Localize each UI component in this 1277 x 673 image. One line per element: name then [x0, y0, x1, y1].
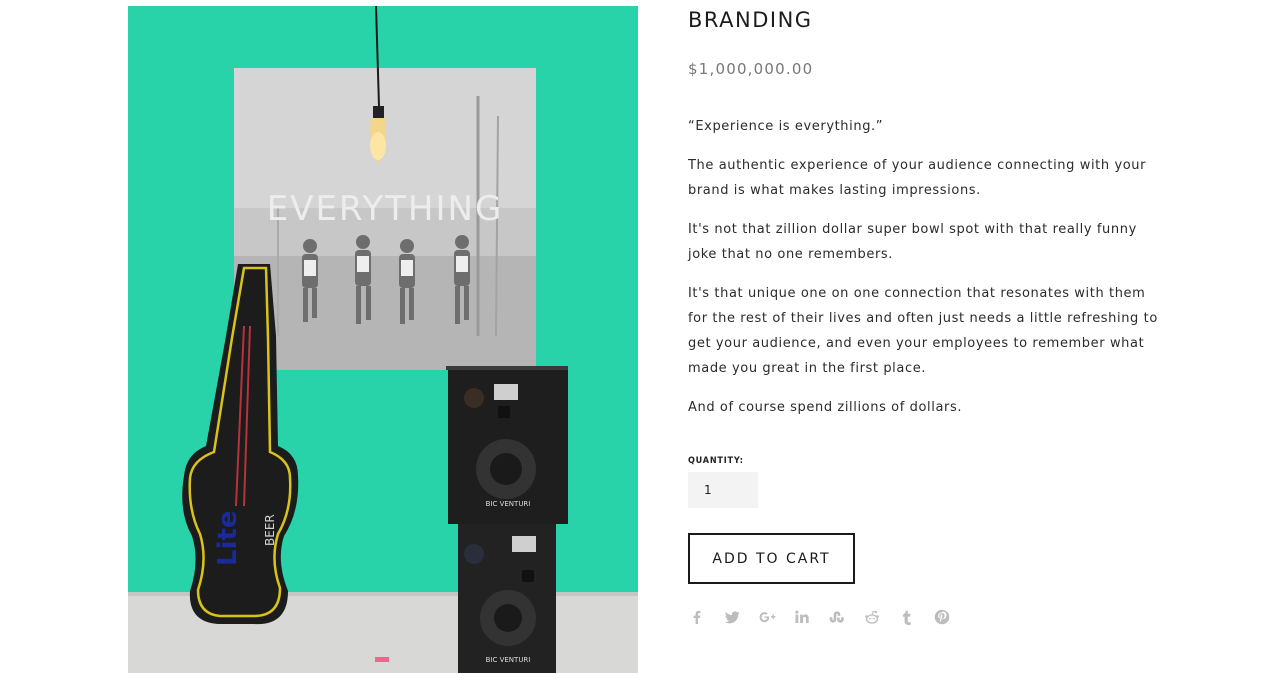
reddit-icon[interactable]	[863, 608, 881, 626]
twitter-icon[interactable]	[723, 608, 741, 626]
product-details: BRANDING $1,000,000.00 “Experience is ev…	[688, 6, 1158, 626]
product-image-illustration: EVERYTHING Lite BEER BIC VENTURI BIC VEN…	[128, 6, 638, 673]
tumblr-icon[interactable]	[898, 608, 916, 626]
add-to-cart-button[interactable]: ADD TO CART	[688, 533, 855, 584]
product-description: “Experience is everything.” The authenti…	[688, 114, 1158, 420]
quantity-input[interactable]	[688, 472, 758, 508]
stumbleupon-icon[interactable]	[828, 608, 846, 626]
speaker-brand-top: BIC VENTURI	[486, 500, 531, 508]
product-image[interactable]: EVERYTHING Lite BEER BIC VENTURI BIC VEN…	[128, 6, 638, 673]
description-paragraph: The authentic experience of your audienc…	[688, 158, 1147, 198]
share-icons	[688, 608, 1158, 626]
linkedin-icon[interactable]	[793, 608, 811, 626]
pinterest-icon[interactable]	[933, 608, 951, 626]
speaker-brand-bottom: BIC VENTURI	[486, 656, 531, 664]
guitar-text-lite: Lite	[213, 510, 243, 566]
product-page: EVERYTHING Lite BEER BIC VENTURI BIC VEN…	[0, 0, 1277, 673]
quantity-label: QUANTITY:	[688, 456, 744, 466]
description-paragraph: “Experience is everything.”	[688, 119, 884, 134]
facebook-icon[interactable]	[688, 608, 706, 626]
product-title: BRANDING	[688, 8, 813, 32]
google-plus-icon[interactable]	[758, 608, 776, 626]
poster-text: EVERYTHING	[267, 189, 504, 229]
description-paragraph: And of course spend zillions of dollars.	[688, 400, 963, 415]
product-price: $1,000,000.00	[688, 60, 814, 78]
guitar-text-beer: BEER	[263, 514, 277, 546]
description-paragraph: It's that unique one on one connection t…	[688, 286, 1158, 376]
speakers: BIC VENTURI BIC VENTURI	[446, 366, 568, 673]
everything-poster: EVERYTHING	[234, 68, 536, 370]
description-paragraph: It's not that zillion dollar super bowl …	[688, 222, 1137, 262]
